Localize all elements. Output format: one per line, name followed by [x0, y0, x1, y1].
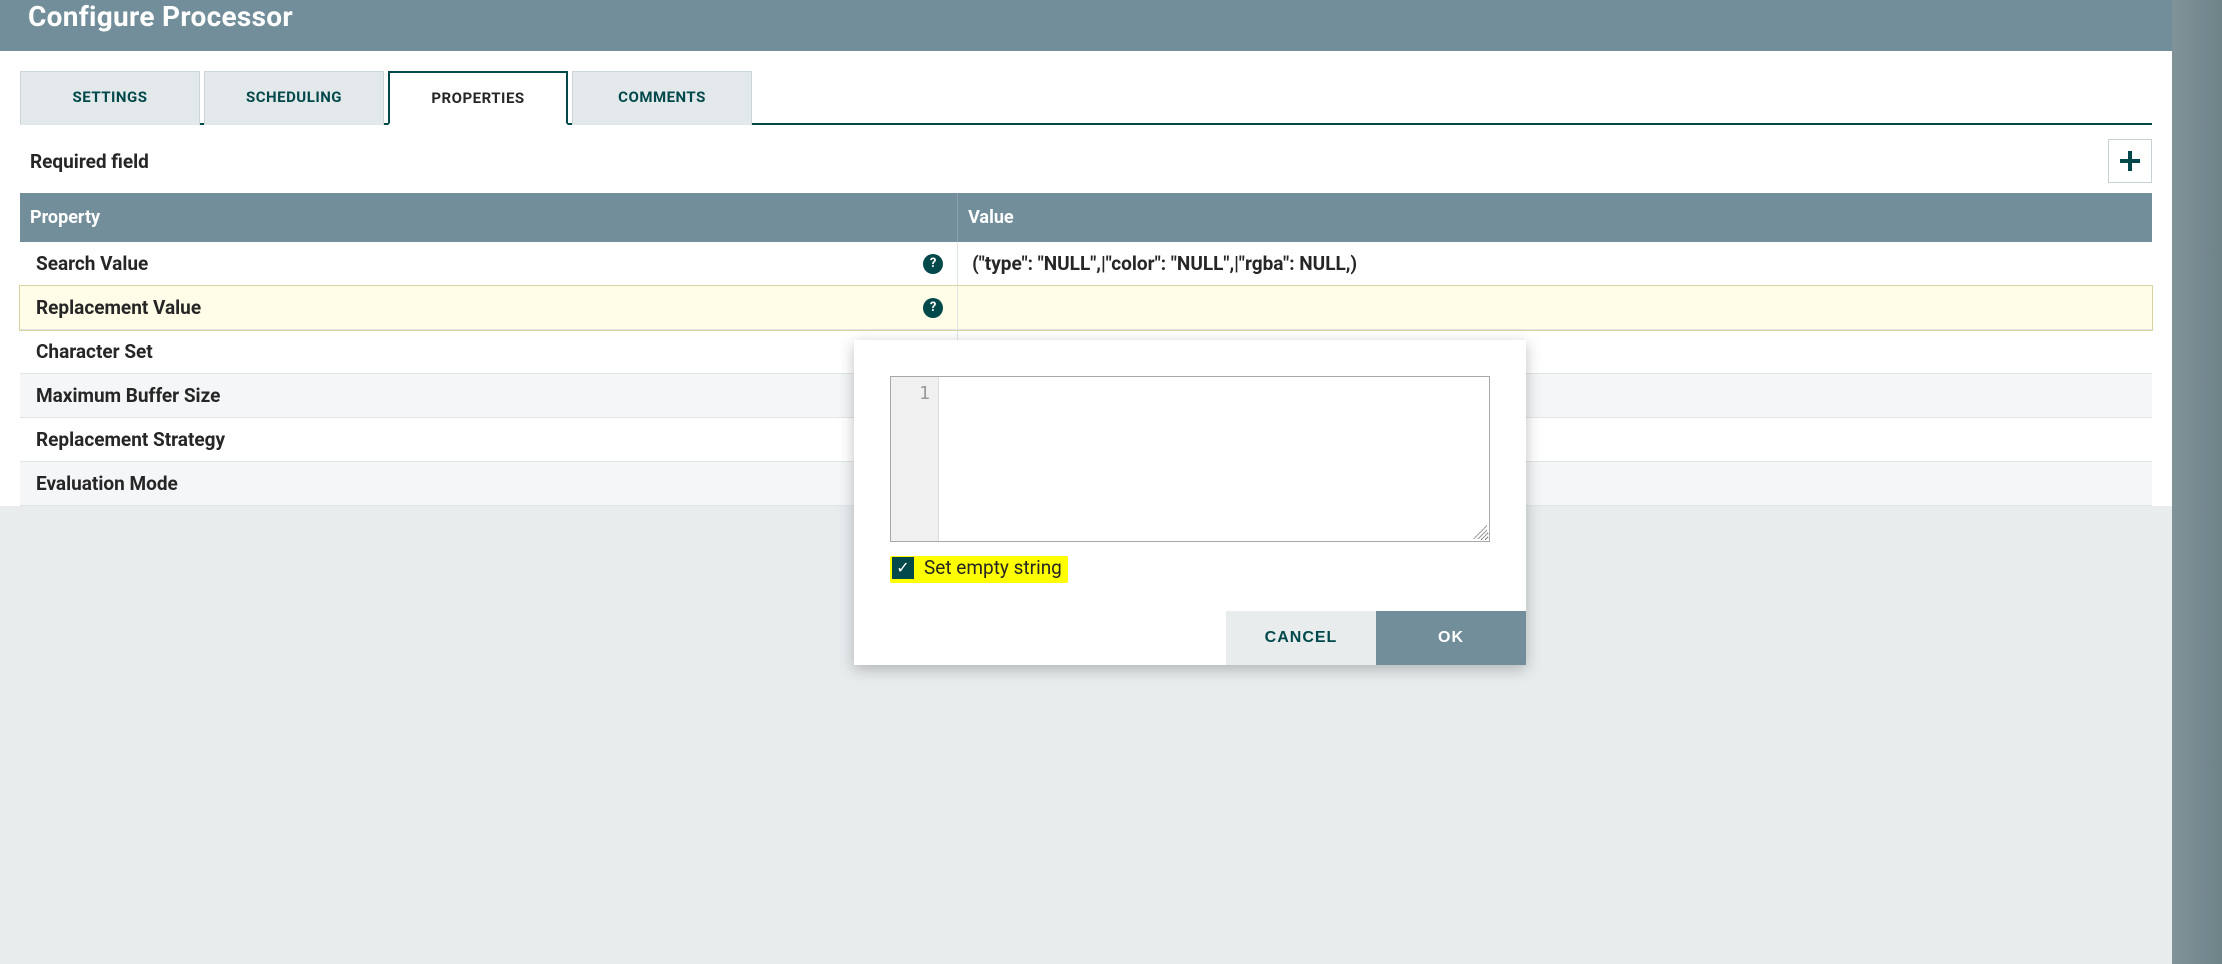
tab-scheduling[interactable]: SCHEDULING: [204, 71, 384, 125]
property-value-cell[interactable]: ("type": "NULL",|"color": "NULL",|"rgba"…: [958, 242, 2152, 285]
required-field-row: Required field: [0, 125, 2172, 193]
code-textarea[interactable]: [939, 377, 1489, 541]
tab-properties[interactable]: PROPERTIES: [388, 71, 568, 125]
property-name-cell: Evaluation Mode?: [20, 462, 958, 505]
page-right-shadow: [2172, 0, 2222, 964]
tab-settings[interactable]: SETTINGS: [20, 71, 200, 125]
property-name-label: Search Value: [36, 252, 148, 275]
property-name-cell: Replacement Strategy?: [20, 418, 958, 461]
dialog-header: Configure Processor: [0, 0, 2172, 51]
property-name-cell: Replacement Value?: [20, 286, 958, 329]
property-name-label: Character Set: [36, 340, 153, 363]
code-editor: 1: [890, 376, 1490, 542]
property-name-label: Replacement Strategy: [36, 428, 225, 451]
property-name-label: Maximum Buffer Size: [36, 384, 220, 407]
value-editor-body: 1 ✓ Set empty string: [854, 340, 1526, 591]
plus-icon: [2119, 150, 2141, 172]
property-name-label: Evaluation Mode: [36, 472, 178, 495]
tab-strip: SETTINGSSCHEDULINGPROPERTIESCOMMENTS: [20, 69, 2152, 125]
required-field-label: Required field: [30, 150, 149, 173]
property-name-cell: Search Value?: [20, 242, 958, 285]
set-empty-string-label: Set empty string: [924, 556, 1062, 579]
code-gutter: 1: [891, 377, 939, 541]
table-header-row: Property Value: [20, 193, 2152, 242]
column-header-property: Property: [20, 193, 958, 242]
line-number: 1: [891, 383, 930, 404]
editor-footer: CANCEL OK: [854, 611, 1526, 665]
set-empty-string-checkbox[interactable]: ✓: [892, 557, 914, 579]
add-property-button[interactable]: [2108, 139, 2152, 183]
tab-strip-wrapper: SETTINGSSCHEDULINGPROPERTIESCOMMENTS: [0, 51, 2172, 125]
column-header-value: Value: [958, 193, 2152, 242]
help-icon[interactable]: ?: [923, 298, 943, 318]
property-name-label: Replacement Value: [36, 296, 201, 319]
cancel-button[interactable]: CANCEL: [1226, 611, 1376, 665]
dialog-title: Configure Processor: [28, 0, 2144, 33]
value-editor-popup: 1 ✓ Set empty string CANCEL OK: [854, 340, 1526, 665]
ok-button[interactable]: OK: [1376, 611, 1526, 665]
tab-comments[interactable]: COMMENTS: [572, 71, 752, 125]
property-value-cell[interactable]: [958, 286, 2152, 329]
property-row[interactable]: Replacement Value?: [20, 286, 2152, 330]
set-empty-string-option[interactable]: ✓ Set empty string: [890, 556, 1068, 583]
check-icon: ✓: [896, 558, 909, 577]
property-row[interactable]: Search Value?("type": "NULL",|"color": "…: [20, 242, 2152, 286]
property-name-cell: Maximum Buffer Size?: [20, 374, 958, 417]
help-icon[interactable]: ?: [923, 254, 943, 274]
property-name-cell: Character Set?: [20, 330, 958, 373]
